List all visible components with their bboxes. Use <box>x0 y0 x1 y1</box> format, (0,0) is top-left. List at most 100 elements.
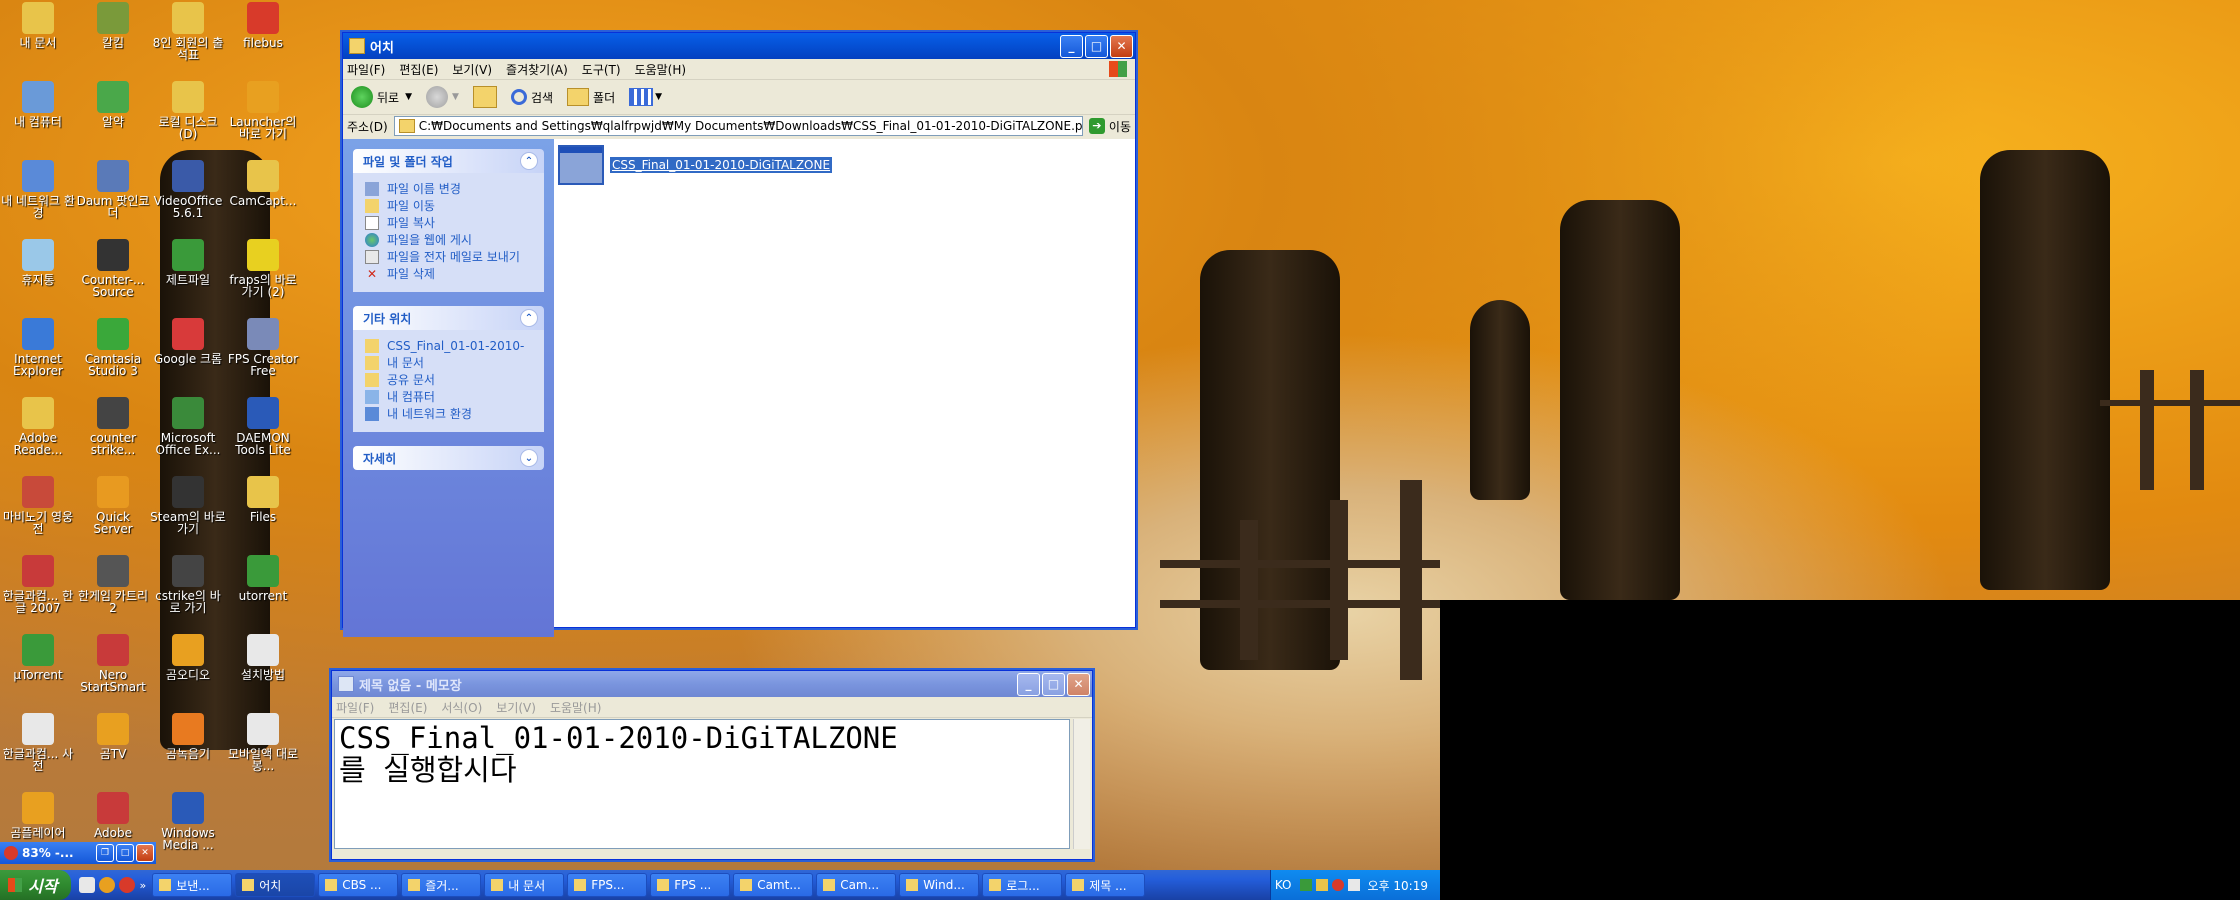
quick-launch-icon[interactable] <box>79 877 96 893</box>
taskbar-button[interactable]: 내 문서 <box>484 873 565 897</box>
notepad-titlebar[interactable]: 제목 없음 - 메모장 _ □ ✕ <box>332 671 1092 697</box>
place-network[interactable]: 내 네트워크 환경 <box>365 407 536 421</box>
quick-launch-icon[interactable] <box>119 877 136 893</box>
task-delete[interactable]: ✕ 파일 삭제 <box>365 267 536 281</box>
desktop-icon[interactable]: 한글과컴... 한글 2007 <box>0 555 76 614</box>
notepad-window[interactable]: 제목 없음 - 메모장 _ □ ✕ 파일(F) 편집(E) 서식(O) 보기(V… <box>331 670 1093 860</box>
desktop-icon[interactable]: 내 문서 <box>0 2 76 49</box>
ime-indicator[interactable]: KO <box>1275 878 1292 892</box>
explorer-titlebar[interactable]: 어치 _ □ ✕ <box>343 33 1135 59</box>
desktop-icon[interactable]: 마비노기 영웅전 <box>0 476 76 535</box>
desktop-icon[interactable]: FPS Creator Free <box>225 318 301 377</box>
desktop-icon[interactable]: fraps의 바로 가기 (2) <box>225 239 301 298</box>
menu-help[interactable]: 도움말(H) <box>635 61 687 78</box>
desktop-icon[interactable]: Adobe Reade... <box>0 397 76 456</box>
file-item[interactable]: CSS_Final_01-01-2010-DiGiTALZONE <box>558 145 833 185</box>
desktop-icon[interactable]: Files <box>225 476 301 523</box>
taskbar-button[interactable]: FPS ... <box>650 873 731 897</box>
desktop-icon[interactable]: DAEMON Tools Lite <box>225 397 301 456</box>
details-header[interactable]: 자세히 ⌄ <box>353 446 544 470</box>
place-my-computer[interactable]: 내 컴퓨터 <box>365 390 536 404</box>
address-input[interactable]: C:₩Documents and Settings₩qlalfrpwjd₩My … <box>393 116 1083 136</box>
file-folder-tasks-header[interactable]: 파일 및 폴더 작업 ⌃ <box>353 149 544 173</box>
close-button[interactable]: ✕ <box>136 844 154 862</box>
task-copy[interactable]: 파일 복사 <box>365 216 536 230</box>
maximize-button[interactable]: □ <box>1042 672 1065 696</box>
tray-icon[interactable] <box>1315 879 1328 891</box>
views-button[interactable]: ▼ <box>629 88 662 106</box>
maximize-button[interactable]: □ <box>116 844 134 862</box>
vertical-scrollbar[interactable] <box>1073 719 1090 849</box>
place-shared-documents[interactable]: 공유 문서 <box>365 373 536 387</box>
forward-button[interactable]: ▼ <box>426 86 459 108</box>
close-button[interactable]: ✕ <box>1067 672 1090 696</box>
minimized-window-bar[interactable]: 83% -... ❐ □ ✕ <box>0 842 156 864</box>
desktop-icon[interactable]: 알약 <box>75 81 151 128</box>
desktop-icon[interactable]: Quick Server <box>75 476 151 535</box>
taskbar-button[interactable]: Camt... <box>733 873 814 897</box>
desktop-icon[interactable]: Internet Explorer <box>0 318 76 377</box>
taskbar-button[interactable]: 어치 <box>235 873 316 897</box>
desktop-icon[interactable]: 제트파일 <box>150 239 226 286</box>
menu-view[interactable]: 보기(V) <box>496 699 536 716</box>
taskbar-button[interactable]: 보낸... <box>152 873 233 897</box>
overflow-chevron-icon[interactable]: » <box>139 879 146 892</box>
minimize-button[interactable]: _ <box>1060 34 1083 58</box>
explorer-window[interactable]: 어치 _ □ ✕ 파일(F) 편집(E) 보기(V) 즐겨찾기(A) 도구(T)… <box>342 32 1136 637</box>
desktop-icon[interactable]: Nero StartSmart <box>75 634 151 693</box>
desktop-icon[interactable]: 내 컴퓨터 <box>0 81 76 128</box>
desktop-icon[interactable]: 로컬 디스크 (D) <box>150 81 226 140</box>
desktop-icon[interactable]: Adobe <box>75 792 151 839</box>
expand-chevron-icon[interactable]: ⌄ <box>520 449 538 467</box>
desktop-icon[interactable]: Daum 팟인코더 <box>75 160 151 219</box>
desktop-icon[interactable]: Counter-... Source <box>75 239 151 298</box>
task-publish-web[interactable]: 파일을 웹에 게시 <box>365 233 536 247</box>
desktop-icon[interactable]: 한게임 카트리2 <box>75 555 151 614</box>
other-places-header[interactable]: 기타 위치 ⌃ <box>353 306 544 330</box>
menu-tools[interactable]: 도구(T) <box>582 61 621 78</box>
menu-help[interactable]: 도움말(H) <box>550 699 602 716</box>
taskbar-button[interactable]: 로그... <box>982 873 1063 897</box>
desktop-icon[interactable]: 곰TV <box>75 713 151 760</box>
taskbar-button[interactable]: Wind... <box>899 873 980 897</box>
start-button[interactable]: 시작 <box>0 870 72 900</box>
up-folder-button[interactable] <box>472 86 497 108</box>
desktop-icon[interactable]: 칼킴 <box>75 2 151 49</box>
desktop-icon[interactable]: Steam의 바로 가기 <box>150 476 226 535</box>
desktop-icon[interactable]: Launcher의 바로 가기 <box>225 81 301 140</box>
task-move[interactable]: 파일 이동 <box>365 199 536 213</box>
desktop-icon[interactable]: 모바일액 대로봉... <box>225 713 301 772</box>
taskbar-button[interactable]: 제목 ... <box>1065 873 1146 897</box>
place-parent-folder[interactable]: CSS_Final_01-01-2010- <box>365 339 536 353</box>
collapse-chevron-icon[interactable]: ⌃ <box>520 309 538 327</box>
close-button[interactable]: ✕ <box>1110 34 1133 58</box>
tray-icon[interactable] <box>1347 879 1360 891</box>
menu-favorites[interactable]: 즐겨찾기(A) <box>506 61 568 78</box>
desktop-icon[interactable]: 곰오디오 <box>150 634 226 681</box>
quick-launch-icon[interactable] <box>99 877 116 893</box>
folders-button[interactable]: 폴더 <box>567 88 615 106</box>
tray-icon[interactable] <box>1299 879 1312 891</box>
desktop-icon[interactable]: cstrike의 바로 가기 <box>150 555 226 614</box>
taskbar-button[interactable]: 즐거... <box>401 873 482 897</box>
search-button[interactable]: 검색 <box>510 89 553 106</box>
desktop-icon[interactable]: 내 네트워크 환경 <box>0 160 76 219</box>
menu-view[interactable]: 보기(V) <box>452 61 492 78</box>
desktop-icon[interactable]: 곰플레이어 <box>0 792 76 839</box>
menu-file[interactable]: 파일(F) <box>347 61 385 78</box>
minimize-button[interactable]: _ <box>1017 672 1040 696</box>
menu-file[interactable]: 파일(F) <box>336 699 374 716</box>
desktop-icon[interactable]: Windows Media ... <box>150 792 226 851</box>
restore-button[interactable]: ❐ <box>96 844 114 862</box>
desktop-icon[interactable]: Google 크롬 <box>150 318 226 365</box>
desktop-icon[interactable]: 한글과컴... 사전 <box>0 713 76 772</box>
desktop-icon[interactable]: 설치방법 <box>225 634 301 681</box>
desktop-icon[interactable]: counter strike... <box>75 397 151 456</box>
desktop-icon[interactable]: µTorrent <box>0 634 76 681</box>
desktop-icon[interactable]: Camtasia Studio 3 <box>75 318 151 377</box>
menu-edit[interactable]: 편집(E) <box>399 61 438 78</box>
maximize-button[interactable]: □ <box>1085 34 1108 58</box>
task-rename[interactable]: 파일 이름 변경 <box>365 182 536 196</box>
desktop-icon[interactable]: utorrent <box>225 555 301 602</box>
tray-icon[interactable] <box>1331 879 1344 891</box>
